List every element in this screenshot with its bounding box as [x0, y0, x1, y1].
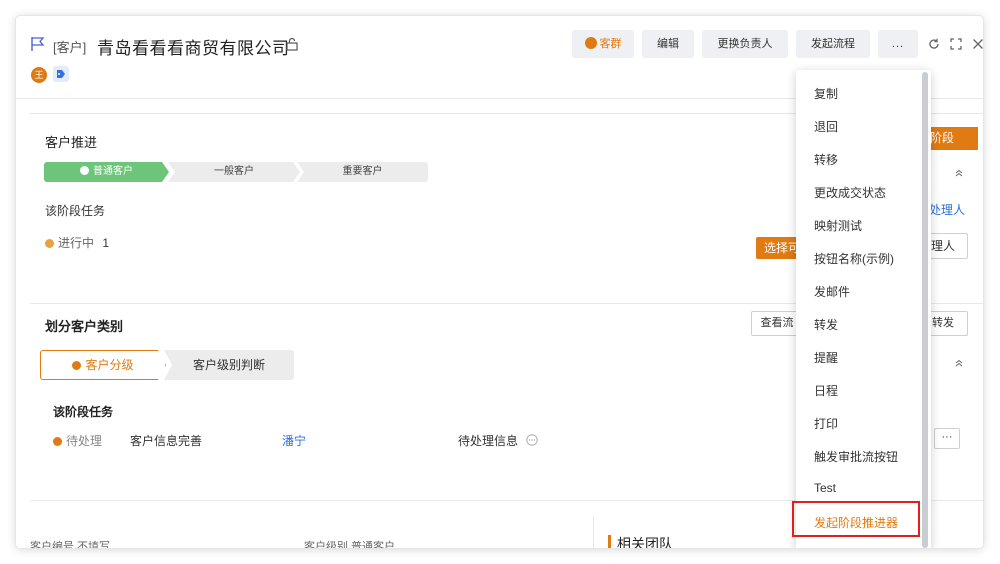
refresh-icon[interactable]	[928, 38, 940, 50]
more-actions-menu: 复制 退回 转移 更改成交状态 映射测试 按钮名称(示例) 发邮件 转发 提醒 …	[796, 70, 931, 548]
avatar[interactable]: 王	[31, 67, 47, 83]
clock-icon	[72, 361, 82, 370]
start-flow-button[interactable]: 发起流程	[796, 30, 870, 58]
section-title-customer-progress: 客户推进	[45, 135, 98, 150]
stage-step-important[interactable]: 重要客户	[297, 162, 428, 182]
clock-icon	[53, 437, 62, 446]
task-owner-link[interactable]: 潘宁	[282, 432, 306, 449]
lock-icon[interactable]	[285, 37, 299, 51]
menu-item-return[interactable]: 退回	[814, 118, 838, 135]
stage-step-level-judgement[interactable]: 客户级别判断	[164, 350, 294, 380]
record-detail-window: [客户] 青岛看看看商贸有限公司 王 客群 编辑 更换负责人 发起流程 ... …	[16, 16, 983, 548]
section-title-customer-category: 划分客户类别	[45, 319, 124, 334]
task-status: 待处理	[53, 432, 102, 449]
menu-scrollbar[interactable]	[922, 72, 928, 548]
stage-stepper: 普通客户 一般客户 重要客户	[44, 162, 434, 182]
customer-level-field: 客户级别 普通客户	[304, 541, 396, 548]
group-icon	[584, 37, 597, 49]
menu-item-forward[interactable]: 转发	[814, 316, 838, 333]
stage-step-label: 客户分级	[85, 358, 134, 372]
close-icon[interactable]	[972, 38, 983, 50]
column-divider	[593, 516, 594, 548]
customer-group-label: 客群	[599, 38, 622, 50]
tag-icon[interactable]	[53, 66, 69, 82]
menu-item-send-email[interactable]: 发邮件	[814, 283, 850, 300]
pending-info-label: 待处理信息	[458, 434, 519, 448]
change-owner-button[interactable]: 更换负责人	[702, 30, 788, 58]
chevron-up-icon[interactable]	[955, 359, 963, 367]
edit-button[interactable]: 编辑	[642, 30, 694, 58]
menu-item-button-name-example[interactable]: 按钮名称(示例)	[814, 250, 894, 267]
in-progress-status: 进行中 1	[45, 234, 109, 251]
clock-icon	[45, 239, 54, 248]
menu-item-transfer[interactable]: 转移	[814, 151, 838, 168]
more-options-icon[interactable]	[526, 434, 538, 446]
page-title: 青岛看看看商贸有限公司	[97, 39, 290, 58]
more-button[interactable]: ...	[878, 30, 918, 58]
task-name: 客户信息完善	[130, 434, 203, 448]
fullscreen-icon[interactable]	[950, 38, 962, 50]
menu-item-test[interactable]: Test	[814, 481, 836, 495]
stage-step-normal[interactable]: 普通客户	[44, 162, 169, 182]
related-team-title: 相关团队	[617, 536, 673, 548]
stage-task-title: 该阶段任务	[53, 405, 114, 419]
menu-item-print[interactable]: 打印	[814, 415, 838, 432]
row-more-button[interactable]: ···	[934, 428, 960, 449]
menu-item-schedule[interactable]: 日程	[814, 382, 838, 399]
section-marker	[608, 535, 611, 548]
handler-link[interactable]: 处理人	[929, 201, 965, 218]
menu-item-mapping-test[interactable]: 映射测试	[814, 217, 862, 234]
stage-task-title: 该阶段任务	[45, 204, 106, 218]
clock-icon	[80, 166, 89, 175]
stage-step-general[interactable]: 一般客户	[168, 162, 300, 182]
in-progress-count: 1	[102, 236, 110, 250]
flag-icon[interactable]	[30, 36, 46, 52]
menu-item-highlight-box	[792, 501, 920, 537]
task-status-label: 待处理	[66, 434, 103, 448]
stage-step-grading[interactable]: 客户分级	[40, 350, 166, 380]
customer-number-field: 客户编号 不填写	[30, 541, 111, 548]
breadcrumb: [客户]	[53, 40, 87, 55]
menu-item-trigger-approval[interactable]: 触发审批流按钮	[814, 448, 898, 465]
in-progress-label: 进行中	[58, 236, 95, 250]
customer-group-button[interactable]: 客群	[572, 30, 634, 58]
menu-item-reminder[interactable]: 提醒	[814, 349, 838, 366]
menu-item-copy[interactable]: 复制	[814, 85, 838, 102]
chevron-up-icon[interactable]	[955, 169, 963, 177]
menu-item-change-deal-status[interactable]: 更改成交状态	[814, 184, 886, 201]
stage-step-label: 普通客户	[93, 166, 133, 177]
